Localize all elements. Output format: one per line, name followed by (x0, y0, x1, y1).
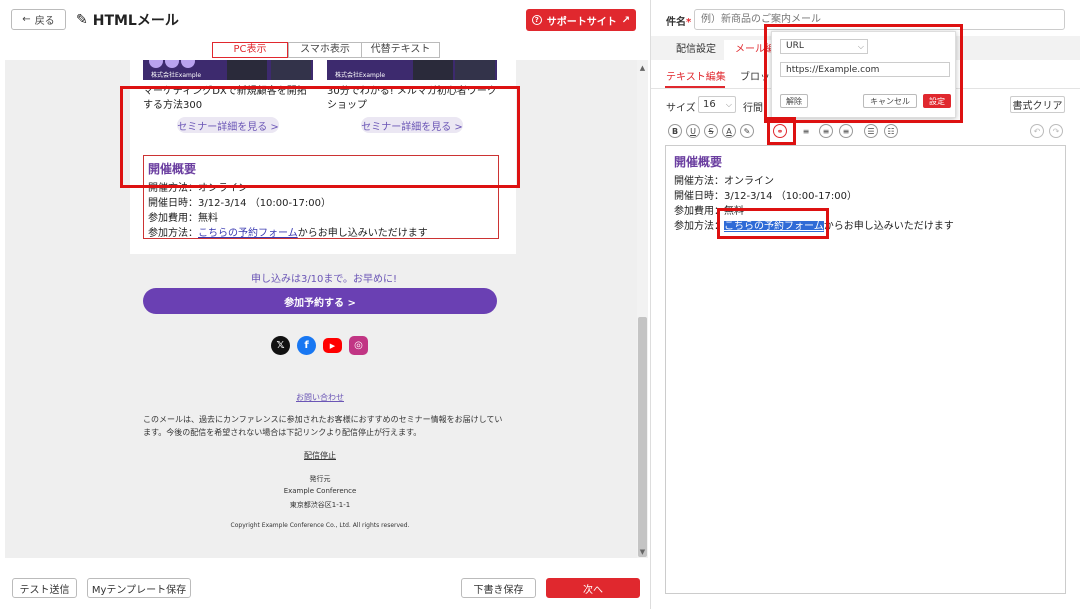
event-fee: 参加費用：無料 (148, 213, 218, 224)
reservation-form-link[interactable]: こちらの予約フォーム (198, 228, 298, 239)
support-label: サポートサイト (546, 16, 617, 28)
social-links: 𝕏 f ▶ ◎ (271, 336, 368, 355)
facebook-icon[interactable]: f (297, 336, 316, 355)
highlight-frame (767, 117, 796, 145)
unsubscribe-link[interactable]: 配信停止 (5, 450, 635, 461)
view-mode-tabs: PC表示 スマホ表示 代替テキスト (212, 42, 440, 58)
highlight-frame (764, 24, 963, 123)
bottom-action-bar: テスト送信 Myテンプレート保存 下書き保存 次へ (0, 572, 648, 609)
undo-icon[interactable]: ↶ (1030, 124, 1044, 138)
event-apply: 参加方法：こちらの予約フォームからお申し込みいただけます (148, 224, 428, 239)
editor-method: 開催方法：オンライン (674, 176, 774, 187)
strikethrough-icon[interactable]: S (704, 124, 718, 138)
copyright: Copyright Example Conference Co., Ltd. A… (230, 522, 410, 529)
youtube-icon[interactable]: ▶ (323, 338, 342, 353)
highlight-frame (717, 208, 829, 239)
footer-notice: このメールは、過去にカンファレンスに参加されたお客様におすすめのセミナー情報をお… (143, 415, 503, 437)
subject-label: 件名* (666, 13, 691, 28)
font-size-value: 16 (703, 99, 716, 110)
required-mark: * (686, 17, 692, 28)
top-bar: ← 戻る ✎ HTMLメール ? サポートサイト ↗ (0, 0, 648, 38)
align-center-icon[interactable]: ≡ (819, 124, 833, 138)
deadline-text: 申し込みは3/10まで。お早めに! (250, 274, 398, 285)
arrow-left-icon: ← (22, 14, 31, 25)
tab-delivery-settings[interactable]: 配信設定 (665, 40, 727, 60)
scroll-thumb[interactable] (638, 317, 647, 557)
font-size-select[interactable]: 16 ⌵ (698, 96, 736, 113)
subject-label-text: 件名 (666, 17, 686, 28)
x-icon[interactable]: 𝕏 (271, 336, 290, 355)
thumbnail-company: 株式会社Example (151, 72, 202, 79)
preview-scrollbar[interactable]: ▲ ▼ (637, 60, 648, 558)
back-button[interactable]: ← 戻る (11, 9, 66, 30)
bullet-list-icon[interactable]: ☰ (864, 124, 878, 138)
save-template-button[interactable]: Myテンプレート保存 (87, 578, 191, 598)
email-preview-pane: ← 戻る ✎ HTMLメール ? サポートサイト ↗ PC表示 スマホ表示 代替… (0, 0, 648, 609)
underline-icon[interactable]: U (686, 124, 700, 138)
support-site-button[interactable]: ? サポートサイト ↗ (526, 9, 636, 31)
save-draft-button[interactable]: 下書き保存 (461, 578, 536, 598)
align-right-icon[interactable]: ≡ (839, 124, 853, 138)
tab-text-edit[interactable]: テキスト編集 (666, 68, 726, 83)
editor-date: 開催日時：3/12-3/14 （10:00-17:00） (674, 191, 857, 202)
tab-smartphone-view[interactable]: スマホ表示 (288, 43, 361, 57)
bold-icon[interactable]: B (668, 124, 682, 138)
tab-pc-view[interactable]: PC表示 (212, 42, 288, 58)
scroll-up-icon[interactable]: ▲ (637, 62, 648, 74)
help-circle-icon: ? (531, 15, 542, 25)
chevron-down-icon: ⌵ (725, 100, 732, 109)
numbered-list-icon[interactable]: ☷ (884, 124, 898, 138)
editor-heading: 開催概要 (674, 155, 723, 169)
size-label: サイズ (666, 103, 696, 114)
instagram-icon[interactable]: ◎ (349, 336, 368, 355)
contact-link[interactable]: お問い合わせ (5, 392, 635, 403)
text-color-icon[interactable]: A (722, 124, 736, 138)
thumbnail-company: 株式会社Example (335, 72, 386, 79)
page-title: ✎ HTMLメール (76, 10, 179, 30)
seminar-thumbnail: 株式会社Example (327, 60, 497, 80)
back-label: 戻る (34, 16, 55, 27)
clear-format-button[interactable]: 書式クリア (1010, 96, 1065, 113)
page-title-text: HTMLメール (92, 13, 179, 29)
apply-prefix: 参加方法： (148, 228, 198, 239)
apply-suffix: からお申し込みいただけます (297, 228, 428, 239)
editor-apply-suffix: からお申し込みいただけます (823, 221, 954, 232)
pencil-icon: ✎ (76, 12, 88, 28)
highlight-frame (120, 86, 520, 188)
publisher-name: Example Conference (283, 487, 357, 495)
event-date: 開催日時：3/12-3/14 （10:00-17:00） (148, 198, 331, 209)
highlight-pen-icon[interactable]: ✎ (740, 124, 754, 138)
publisher-label: 発行元 (309, 475, 331, 483)
line-height-label: 行間 (743, 103, 763, 114)
scroll-down-icon[interactable]: ▼ (637, 546, 648, 558)
seminar-thumbnail: 株式会社Example (143, 60, 313, 80)
join-reservation-button[interactable]: 参加予約する > (143, 288, 497, 314)
next-button[interactable]: 次へ (546, 578, 640, 598)
redo-icon[interactable]: ↷ (1049, 124, 1063, 138)
align-left-icon[interactable]: ≡ (799, 124, 813, 138)
test-send-button[interactable]: テスト送信 (12, 578, 77, 598)
external-link-icon: ↗ (621, 14, 631, 26)
publisher-address: 東京都渋谷区1-1-1 (289, 501, 351, 509)
tab-alt-text[interactable]: 代替テキスト (361, 43, 439, 57)
